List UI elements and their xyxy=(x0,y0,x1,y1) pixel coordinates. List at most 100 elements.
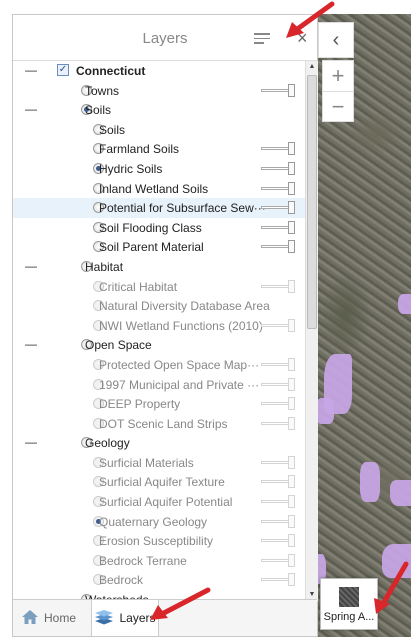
layer-row[interactable]: — Geology xyxy=(13,433,305,453)
layer-row[interactable]: Critical Habitat xyxy=(13,277,305,297)
annotation-arrow-icon xyxy=(374,561,409,614)
layer-label: Erosion Susceptibility xyxy=(99,534,214,549)
layer-label: Habitat xyxy=(85,259,124,274)
opacity-slider[interactable] xyxy=(261,534,295,548)
hydric-soil-area xyxy=(398,294,411,314)
layer-label: Geology xyxy=(85,436,130,451)
menu-icon[interactable] xyxy=(254,33,270,44)
layer-row[interactable]: Protected Open Space Map··· xyxy=(13,355,305,375)
layer-label: DOT Scenic Land Strips xyxy=(99,416,228,431)
annotation-arrow-icon xyxy=(286,1,335,38)
layer-label: Natural Diversity Database Area xyxy=(99,299,270,314)
panel-header: Layers × xyxy=(13,15,317,61)
layer-label: NWI Wetland Functions (2010) xyxy=(99,318,263,333)
layer-row[interactable]: Erosion Susceptibility xyxy=(13,531,305,551)
opacity-slider[interactable] xyxy=(261,220,295,234)
hydric-soil-area xyxy=(360,462,380,502)
opacity-slider[interactable] xyxy=(261,573,295,587)
layer-label: Soil Flooding Class xyxy=(99,220,202,235)
layer-row[interactable]: Natural Diversity Database Area xyxy=(13,296,305,316)
collapse-icon[interactable]: — xyxy=(25,102,37,116)
layer-row[interactable]: — ✓ Connecticut xyxy=(13,61,305,81)
opacity-slider[interactable] xyxy=(261,83,295,97)
layer-label: Towns xyxy=(85,83,120,98)
layer-label: Potential for Subsurface Sew··· xyxy=(99,201,266,216)
opacity-slider[interactable] xyxy=(261,318,295,332)
layers-icon xyxy=(94,609,114,628)
layer-row[interactable]: NWI Wetland Functions (2010) xyxy=(13,316,305,336)
scrollbar[interactable]: ▲ ▼ xyxy=(305,61,318,601)
opacity-slider[interactable] xyxy=(261,553,295,567)
layer-label: Critical Habitat xyxy=(99,279,178,294)
scrollbar-thumb[interactable] xyxy=(307,75,317,329)
layer-row[interactable]: Surficial Aquifer Texture xyxy=(13,472,305,492)
layer-label: Soils xyxy=(99,122,126,137)
layer-row[interactable]: DOT Scenic Land Strips xyxy=(13,414,305,434)
layer-label: Soil Parent Material xyxy=(99,240,204,255)
layer-label: Quaternary Geology xyxy=(99,514,208,529)
opacity-slider[interactable] xyxy=(261,416,295,430)
layer-label: Bedrock Terrane xyxy=(99,553,187,568)
layer-row[interactable]: Farmland Soils xyxy=(13,139,305,159)
layer-label: Connecticut xyxy=(76,64,146,78)
layer-row[interactable]: Soils xyxy=(13,120,305,140)
collapse-icon[interactable]: — xyxy=(25,337,37,351)
collapse-icon[interactable]: — xyxy=(25,259,37,273)
opacity-slider[interactable] xyxy=(261,377,295,391)
layer-row[interactable]: Surficial Materials xyxy=(13,453,305,473)
hydric-soil-area xyxy=(390,480,411,506)
layer-row[interactable]: Potential for Subsurface Sew··· xyxy=(13,198,305,218)
zoom-control: + − xyxy=(322,60,354,122)
layer-label: Inland Wetland Soils xyxy=(99,181,209,196)
layer-label: 1997 Municipal and Private ··· xyxy=(99,377,260,392)
layer-checkbox[interactable]: ✓ xyxy=(57,64,69,76)
layer-row[interactable]: — Habitat xyxy=(13,257,305,277)
layer-row[interactable]: Inland Wetland Soils xyxy=(13,179,305,199)
scroll-up-arrow-icon[interactable]: ▲ xyxy=(306,61,318,73)
opacity-slider[interactable] xyxy=(261,161,295,175)
layer-label: DEEP Property xyxy=(99,397,181,412)
basemap-thumbnail xyxy=(339,587,359,607)
opacity-slider[interactable] xyxy=(261,397,295,411)
opacity-slider[interactable] xyxy=(261,142,295,156)
opacity-slider[interactable] xyxy=(261,357,295,371)
zoom-in-button[interactable]: + xyxy=(323,61,353,91)
opacity-slider[interactable] xyxy=(261,475,295,489)
hydric-soil-area xyxy=(316,398,334,424)
opacity-slider[interactable] xyxy=(261,514,295,528)
layer-row[interactable]: Soil Parent Material xyxy=(13,237,305,257)
layer-row[interactable]: — Open Space xyxy=(13,335,305,355)
layer-row[interactable]: Towns xyxy=(13,81,305,101)
layer-label: Surficial Materials xyxy=(99,455,194,470)
layer-label: Bedrock xyxy=(99,573,144,588)
layer-label: Surficial Aquifer Potential xyxy=(99,495,233,510)
layer-label: Hydric Soils xyxy=(99,161,163,176)
opacity-slider[interactable] xyxy=(261,201,295,215)
layer-row[interactable]: Quaternary Geology xyxy=(13,512,305,532)
layer-row[interactable]: — Soils xyxy=(13,100,305,120)
opacity-slider[interactable] xyxy=(261,279,295,293)
layer-row[interactable]: Bedrock Terrane xyxy=(13,551,305,571)
tab-home[interactable]: Home xyxy=(21,600,76,636)
opacity-slider[interactable] xyxy=(261,240,295,254)
collapse-icon[interactable]: — xyxy=(25,435,37,449)
zoom-out-button[interactable]: − xyxy=(323,91,353,121)
opacity-slider[interactable] xyxy=(261,181,295,195)
layer-row[interactable]: 1997 Municipal and Private ··· xyxy=(13,375,305,395)
layer-label: Surficial Aquifer Texture xyxy=(99,475,225,490)
layer-label: Farmland Soils xyxy=(99,142,180,157)
layer-label: Open Space xyxy=(85,338,152,353)
layer-row[interactable]: Surficial Aquifer Potential xyxy=(13,492,305,512)
opacity-slider[interactable] xyxy=(261,495,295,509)
layer-label: Protected Open Space Map··· xyxy=(99,357,260,372)
layers-panel: Layers × — ✓ Connecticut Towns — Soils Soils Fa… xyxy=(12,14,318,637)
annotation-arrow-icon xyxy=(150,587,211,620)
layer-row[interactable]: Hydric Soils xyxy=(13,159,305,179)
layer-row[interactable]: Soil Flooding Class xyxy=(13,218,305,238)
collapse-icon[interactable]: — xyxy=(25,63,37,77)
opacity-slider[interactable] xyxy=(261,455,295,469)
panel-title: Layers xyxy=(142,30,188,47)
layer-row[interactable]: DEEP Property xyxy=(13,394,305,414)
layer-tree: — ✓ Connecticut Towns — Soils Soils Farmland So… xyxy=(13,61,305,601)
layer-label: Soils xyxy=(85,103,112,118)
